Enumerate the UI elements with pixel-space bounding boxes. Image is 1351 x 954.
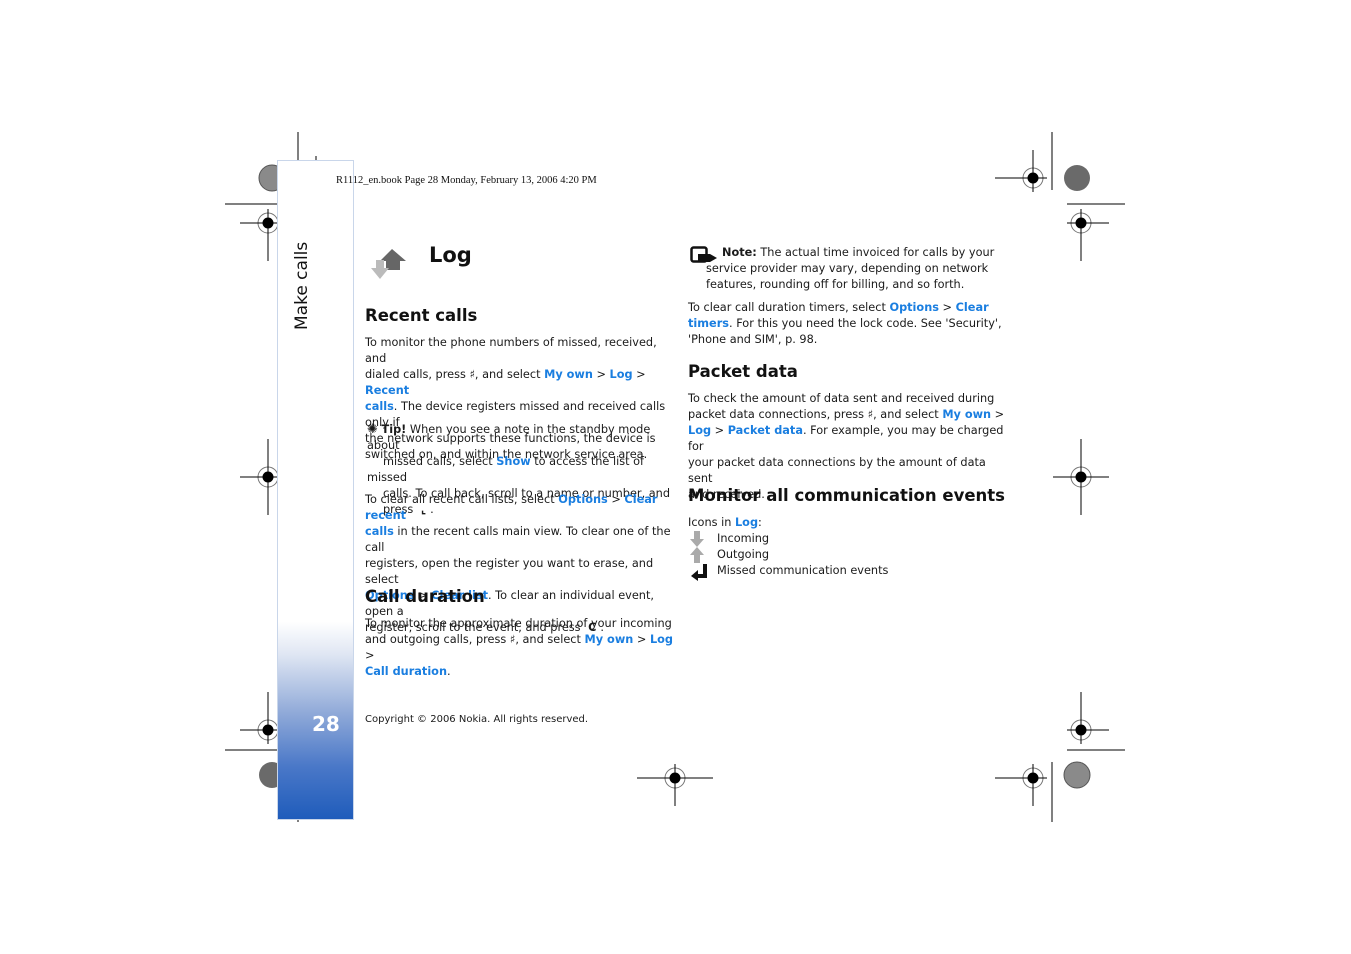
arrow-up-icon: [690, 547, 704, 563]
heading-recent-calls: Recent calls: [365, 306, 478, 325]
link-options[interactable]: Options: [889, 301, 939, 314]
link-recent-calls-cont[interactable]: calls: [365, 400, 394, 413]
tip-lightbulb-icon: ✺: [367, 422, 378, 437]
link-call-duration[interactable]: Call duration: [365, 665, 447, 678]
link-log[interactable]: Log: [650, 633, 673, 646]
link-my-own[interactable]: My own: [942, 408, 991, 421]
link-my-own[interactable]: My own: [585, 633, 634, 646]
link-show[interactable]: Show: [496, 455, 530, 468]
clear-lists-paragraph: To clear all recent call lists, select O…: [365, 493, 671, 634]
heading-call-duration: Call duration: [365, 587, 485, 606]
heading-packet-data: Packet data: [688, 362, 798, 381]
arrow-down-icon: [690, 531, 704, 547]
list-item: Missed communication events: [689, 563, 888, 586]
page-title: Log: [429, 243, 472, 267]
call-duration-paragraph: To monitor the approximate duration of y…: [365, 617, 673, 678]
print-header: R1112_en.book Page 28 Monday, February 1…: [336, 175, 597, 186]
copyright: Copyright © 2006 Nokia. All rights reser…: [365, 714, 589, 725]
link-log[interactable]: Log: [688, 424, 711, 437]
missed-arrow-icon: [691, 564, 707, 581]
link-my-own[interactable]: My own: [544, 368, 593, 381]
page-number: 28: [312, 712, 340, 736]
link-log[interactable]: Log: [735, 516, 758, 529]
log-icon: [371, 249, 406, 279]
link-clear-timers-cont[interactable]: timers: [688, 317, 729, 330]
section-title: Make calls: [292, 241, 312, 330]
link-packet-data[interactable]: Packet data: [728, 424, 803, 437]
clear-timers-paragraph: To clear call duration timers, select Op…: [688, 301, 1002, 346]
heading-monitor-events: Monitor all communication events: [688, 486, 1005, 505]
link-clear-timers[interactable]: Clear: [956, 301, 989, 314]
link-clear-recent-calls-cont[interactable]: calls: [365, 525, 394, 538]
note-box: Note: The actual time invoiced for calls…: [706, 246, 995, 291]
link-log[interactable]: Log: [610, 368, 633, 381]
monitor-intro: Icons in Log:: [688, 516, 762, 529]
link-options[interactable]: Options: [558, 493, 608, 506]
link-recent-calls[interactable]: Recent: [365, 384, 409, 397]
